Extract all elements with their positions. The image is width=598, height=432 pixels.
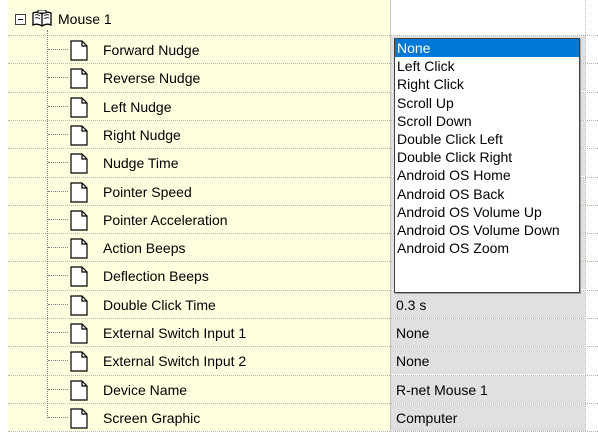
tree-branch-line [48, 219, 68, 220]
property-label: Action Beeps [103, 240, 186, 256]
tree-branch-line [48, 49, 68, 50]
dropdown-option[interactable]: Scroll Up [395, 94, 579, 112]
collapse-minus-icon[interactable] [15, 13, 26, 25]
dropdown-option[interactable]: Android OS Zoom [395, 239, 579, 257]
dropdown-option[interactable]: Android OS Volume Up [395, 203, 579, 221]
property-grid: Mouse 1 Forward Nudge Reverse Nudge Left N… [0, 0, 598, 432]
value-dropdown-list[interactable]: None Left Click Right Click Scroll Up Scroll… [394, 38, 580, 293]
dropdown-option[interactable]: None [395, 39, 579, 58]
grid-line [585, 0, 586, 431]
tree-branch-line [48, 106, 68, 107]
property-row[interactable]: Screen Graphic [0, 404, 391, 432]
tree-branch-line [48, 162, 68, 163]
open-book-icon [32, 10, 52, 27]
document-icon [70, 68, 88, 89]
property-value[interactable]: Computer [396, 410, 457, 426]
dropdown-option[interactable]: Double Click Right [395, 148, 579, 166]
document-icon [70, 40, 88, 61]
property-row[interactable]: External Switch Input 2 [0, 347, 391, 375]
dropdown-option[interactable]: Android OS Home [395, 166, 579, 184]
tree-root-label: Mouse 1 [58, 11, 112, 27]
property-label: Nudge Time [103, 155, 179, 171]
tree-branch-line [48, 191, 68, 192]
dropdown-option[interactable]: Right Click [395, 75, 579, 93]
dropdown-option[interactable]: Android OS Volume Down [395, 221, 579, 239]
document-icon [70, 408, 88, 429]
property-row[interactable]: External Switch Input 1 [0, 319, 391, 347]
document-icon [70, 153, 88, 174]
property-row[interactable]: Forward Nudge [0, 36, 391, 64]
property-row[interactable]: Pointer Acceleration [0, 206, 391, 234]
document-icon [70, 210, 88, 231]
property-label: Double Click Time [103, 297, 216, 313]
document-icon [70, 323, 88, 344]
tree-branch-line [48, 275, 68, 276]
property-row[interactable]: Nudge Time [0, 149, 391, 177]
property-label: Reverse Nudge [103, 70, 201, 86]
tree-branch-line [48, 304, 68, 305]
property-label: Right Nudge [103, 127, 181, 143]
document-icon [70, 238, 88, 259]
property-row[interactable]: Right Nudge [0, 121, 391, 149]
document-icon [70, 351, 88, 372]
document-icon [70, 182, 88, 203]
property-row[interactable]: Pointer Speed [0, 178, 391, 206]
property-row[interactable]: Device Name [0, 376, 391, 404]
dropdown-option[interactable]: Double Click Left [395, 130, 579, 148]
property-label: Device Name [103, 382, 188, 398]
property-row[interactable]: Reverse Nudge [0, 64, 391, 92]
property-value[interactable]: 0.3 s [396, 297, 426, 313]
property-row[interactable]: Action Beeps [0, 234, 391, 262]
document-icon [70, 295, 88, 316]
property-row[interactable]: Double Click Time [0, 291, 391, 319]
tree-branch-line [48, 360, 68, 361]
property-label: Forward Nudge [103, 42, 200, 58]
document-icon [70, 380, 88, 401]
tree-branch-line [48, 417, 68, 418]
property-label: Pointer Acceleration [103, 212, 228, 228]
dropdown-option[interactable]: Left Click [395, 57, 579, 75]
tree-branch-line [48, 332, 68, 333]
tree-root[interactable]: Mouse 1 [15, 8, 112, 30]
tree-branch-line [48, 247, 68, 248]
property-value[interactable]: None [396, 353, 429, 369]
property-label: External Switch Input 1 [103, 325, 247, 341]
dropdown-option[interactable]: Android OS Back [395, 185, 579, 203]
property-label: Screen Graphic [103, 410, 201, 426]
document-icon [70, 125, 88, 146]
property-row[interactable]: Left Nudge [0, 93, 391, 121]
property-label: Left Nudge [103, 99, 172, 115]
dropdown-option[interactable]: Scroll Down [395, 112, 579, 130]
tree-branch-line [48, 134, 68, 135]
property-value[interactable]: R-net Mouse 1 [396, 382, 488, 398]
document-icon [70, 266, 88, 287]
property-label: External Switch Input 2 [103, 353, 247, 369]
tree-branch-line [48, 389, 68, 390]
document-icon [70, 97, 88, 118]
property-row[interactable]: Deflection Beeps [0, 262, 391, 290]
property-label: Pointer Speed [103, 184, 192, 200]
tree-branch-line [48, 77, 68, 78]
property-label: Deflection Beeps [103, 268, 209, 284]
property-value[interactable]: None [396, 325, 429, 341]
